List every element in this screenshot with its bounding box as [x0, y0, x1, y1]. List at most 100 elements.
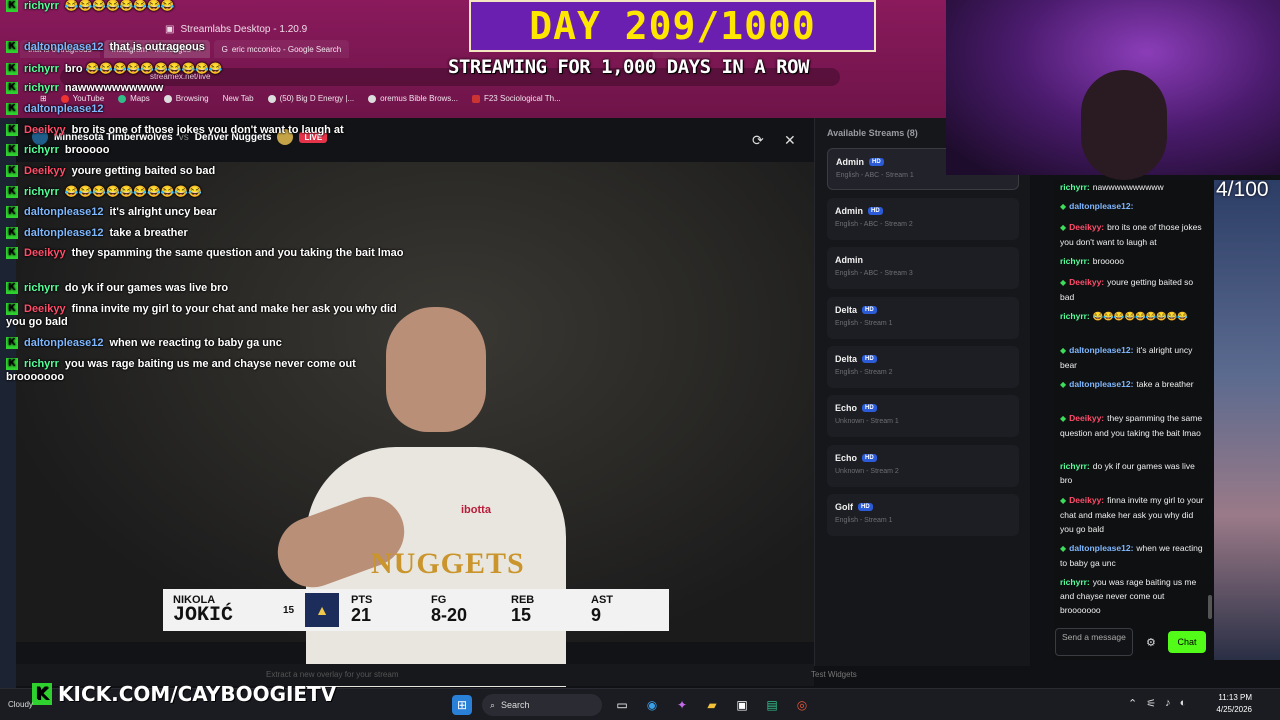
chat-user: daltonplease12:	[1069, 201, 1134, 211]
kick-channel-banner: K KICK.COM/CAYBOOGIETV	[32, 682, 336, 706]
chat-message-input[interactable]: Send a message	[1055, 628, 1133, 656]
task-view-icon[interactable]: ▭	[612, 695, 632, 715]
stream-sub: Unknown - Stream 2	[835, 468, 899, 475]
stream-item[interactable]: Golf HD English - Stream 1	[827, 494, 1019, 536]
network-icon[interactable]: ⚟	[1146, 697, 1156, 710]
stat-value: 9	[591, 605, 602, 626]
stream-sub: English - Stream 2	[835, 369, 893, 376]
bookmark-label: oremus Bible Brows...	[380, 94, 458, 103]
kick-icon: K	[6, 124, 18, 137]
chat-user: Deeikyy:	[1069, 495, 1105, 505]
chat-user: Deeikyy:	[1069, 222, 1105, 232]
edge-icon[interactable]: ◉	[642, 695, 662, 715]
kick-icon: K	[6, 303, 18, 316]
test-widgets-button[interactable]: Test Widgets	[811, 670, 857, 679]
stream-item[interactable]: Admin HD English - ABC - Stream 2	[827, 198, 1019, 240]
bookmark-big-d[interactable]: (50) Big D Energy |...	[267, 94, 355, 103]
msg-user: richyrr	[24, 186, 59, 198]
stream-item[interactable]: Delta HD English - Stream 2	[827, 346, 1019, 388]
msg-user: Deeikyy	[24, 165, 66, 177]
badge-icon: ◆	[1060, 202, 1067, 211]
stream-name: Admin	[835, 255, 863, 265]
kick-icon: K	[6, 358, 18, 371]
chat-user: daltonplease12:	[1069, 345, 1134, 355]
streamer-face	[1081, 70, 1167, 180]
bookmark-browsing[interactable]: Browsing	[163, 94, 209, 103]
store-icon[interactable]: ▣	[732, 695, 752, 715]
jersey-sponsor: ibotta	[461, 504, 491, 516]
bookmark-apps-icon[interactable]: ⊞	[40, 94, 47, 103]
taskbar-apps: ⊞ ⌕ Search ▭ ◉ ✦ ▰ ▣ ▤ ◎	[452, 694, 812, 716]
kick-icon: K	[6, 144, 18, 157]
msg-text: bro its one of those jokes you don't wan…	[71, 124, 344, 136]
chat-user: richyrr:	[1060, 461, 1090, 471]
msg-text: nawwwwwwwwww	[64, 82, 164, 94]
badge-icon: ◆	[1060, 278, 1067, 287]
chevron-up-icon[interactable]: ⌃	[1128, 697, 1137, 710]
jersey-text: NUGGETS	[371, 547, 525, 580]
chat-user: richyrr:	[1060, 182, 1090, 192]
stat-ast: AST 9	[579, 594, 659, 626]
stream-name: Admin	[836, 157, 864, 167]
chat-user: daltonplease12:	[1069, 379, 1134, 389]
bookmark-label: Maps	[130, 94, 150, 103]
overlay-msg: Krichyrr do yk if our games was live bro	[6, 282, 406, 295]
kick-icon: K	[6, 41, 18, 54]
bookmark-oremus[interactable]: oremus Bible Brows...	[368, 94, 458, 103]
chat-msg: ◆ daltonplease12: it's alright uncy bear	[1060, 343, 1206, 372]
bookmark-f23[interactable]: F23 Sociological Th...	[471, 94, 561, 103]
chat-scrollbar[interactable]	[1208, 595, 1212, 619]
windows-start-icon[interactable]: ⊞	[452, 695, 472, 715]
volume-icon[interactable]: ◐	[1180, 697, 1187, 710]
file-explorer-icon[interactable]: ▰	[702, 695, 722, 715]
chat-user: richyrr:	[1060, 256, 1090, 266]
copilot-icon[interactable]: ✦	[672, 695, 692, 715]
stream-name: Echo	[835, 453, 858, 463]
msg-text: it's alright uncy bear	[109, 206, 217, 218]
clock-time: 11:13 PM	[1218, 693, 1252, 702]
refresh-icon[interactable]: ⟳	[752, 132, 764, 149]
chat-msg: ◆ Deeikyy: they spamming the same question…	[1060, 411, 1206, 440]
bookmark-maps[interactable]: Maps	[118, 94, 150, 103]
chat-user: daltonplease12:	[1069, 543, 1134, 553]
stream-item[interactable]: Echo HD Unknown - Stream 2	[827, 445, 1019, 487]
taskbar-search[interactable]: ⌕ Search	[482, 694, 602, 716]
taskbar-clock[interactable]: 11:13 PM 4/25/2026	[1200, 692, 1252, 716]
bookmark-label: New Tab	[222, 94, 254, 103]
kick-icon: K	[6, 103, 18, 116]
stream-sub: English - ABC - Stream 3	[835, 270, 913, 277]
globe-icon	[368, 94, 377, 103]
chat-user: richyrr:	[1060, 311, 1090, 321]
bookmark-label: (50) Big D Energy |...	[279, 94, 355, 103]
background-window	[1214, 180, 1280, 660]
stream-sub: Unknown - Stream 1	[835, 418, 899, 425]
kick-logo-icon: K	[32, 683, 52, 705]
streamlabs-icon[interactable]: ▤	[762, 695, 782, 715]
kick-url: KICK.COM/CAYBOOGIETV	[58, 682, 337, 706]
bookmark-label: F23 Sociological Th...	[483, 94, 561, 103]
bookmark-youtube[interactable]: YouTube	[60, 94, 104, 103]
player-last-name: JOKIĆ	[173, 603, 234, 627]
stream-item[interactable]: Delta HD English - Stream 1	[827, 297, 1019, 339]
stream-item[interactable]: Echo HD Unknown - Stream 1	[827, 395, 1019, 437]
msg-user: daltonplease12	[24, 337, 104, 349]
search-icon: ⌕	[490, 699, 496, 710]
window-title-text: Streamlabs Desktop - 1.20.9	[180, 23, 308, 35]
msg-text: youre getting baited so bad	[71, 165, 216, 177]
kick-icon: K	[6, 63, 18, 76]
close-icon[interactable]: ✕	[784, 132, 796, 149]
overlay-msg: K Deeikyy bro its one of those jokes you d…	[6, 124, 406, 137]
stream-sub: English - Stream 1	[835, 320, 893, 327]
stream-item[interactable]: Admin English - ABC - Stream 3	[827, 247, 1019, 289]
overlay-msg: Kdaltonplease12 when we reacting to baby …	[6, 337, 406, 350]
chrome-icon[interactable]: ◎	[792, 695, 812, 715]
mic-icon[interactable]: ♪	[1165, 697, 1171, 710]
msg-text: do yk if our games was live bro	[64, 282, 229, 294]
chat-send-button[interactable]: Chat	[1168, 631, 1206, 653]
stream-name: Echo	[835, 403, 858, 413]
bookmark-new-tab[interactable]: New Tab	[223, 94, 254, 103]
youtube-icon	[60, 94, 69, 103]
overlay-msg: Krichyrr brooooo	[6, 144, 406, 157]
gear-icon[interactable]: ⚙	[1146, 636, 1156, 649]
kick-icon: K	[6, 186, 18, 199]
